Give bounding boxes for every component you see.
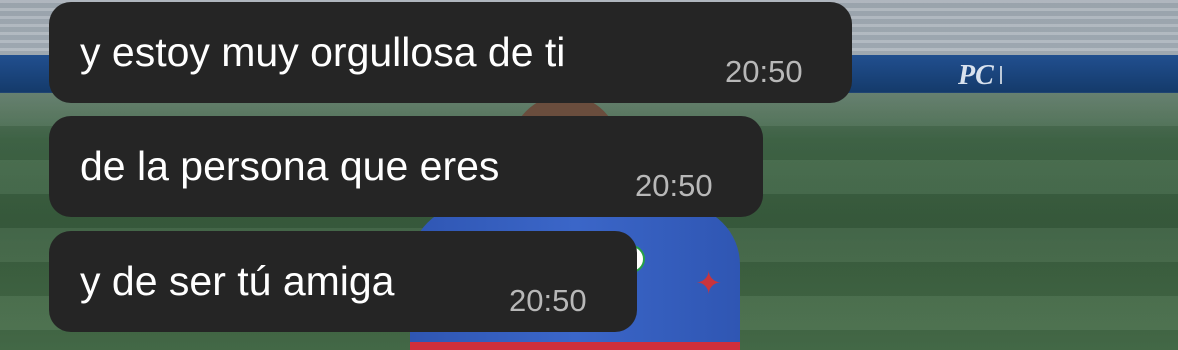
message-time: 20:50 bbox=[635, 168, 713, 203]
message-time: 20:50 bbox=[509, 283, 587, 318]
message-time: 20:50 bbox=[725, 54, 803, 89]
message-bubble[interactable]: y de ser tú amiga 20:50 bbox=[49, 231, 637, 332]
message-bubble[interactable]: y estoy muy orgullosa de ti 20:50 bbox=[49, 2, 852, 103]
message-text: y de ser tú amiga bbox=[80, 258, 395, 304]
message-text: y estoy muy orgullosa de ti bbox=[80, 29, 566, 75]
message-text: de la persona que eres bbox=[80, 143, 500, 189]
shirt-trim bbox=[410, 342, 740, 350]
message-bubble[interactable]: de la persona que eres 20:50 bbox=[49, 116, 763, 217]
ad-board-text: PC bbox=[958, 60, 994, 91]
star-icon: ✦ bbox=[695, 265, 722, 301]
ad-board-panel bbox=[1000, 66, 1050, 84]
